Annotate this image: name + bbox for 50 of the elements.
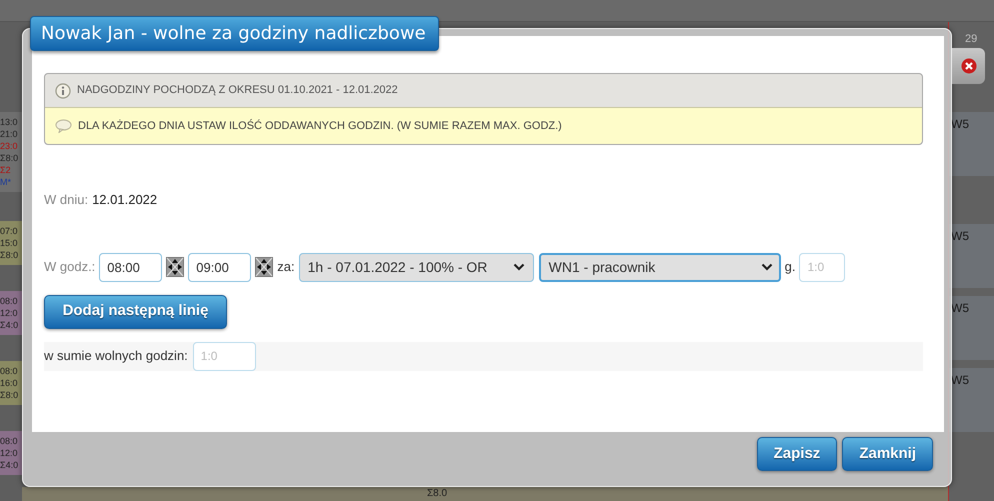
- add-line-button[interactable]: Dodaj następną linię: [44, 294, 227, 328]
- schedule-entry: Σ8:0: [0, 152, 20, 164]
- info-icon: [55, 82, 71, 98]
- time-picker-icon[interactable]: [166, 257, 184, 277]
- schedule-entry: 08:0: [0, 434, 19, 447]
- day-number: 29: [965, 33, 978, 45]
- info-text: NADGODZINY POCHODZĄ Z OKRESU 01.10.2021 - 12.01.2022: [77, 83, 398, 98]
- schedule-entry: Σ4:0: [0, 318, 20, 331]
- schedule-entry: 07:0: [0, 224, 19, 237]
- close-icon: [960, 58, 976, 74]
- schedule-entry: 23:0: [0, 140, 19, 152]
- schedule-entry: Σ8.0: [427, 487, 448, 500]
- for-label: za:: [277, 258, 295, 276]
- schedule-entry: W5: [951, 301, 969, 315]
- date-label: W dniu:: [44, 191, 88, 209]
- schedule-entry: 13:0: [0, 116, 19, 128]
- schedule-entry: W5: [951, 373, 969, 387]
- chevron-down-icon: [512, 263, 525, 271]
- schedule-entry: Σ8:0: [0, 248, 20, 261]
- sum-field[interactable]: 1:0: [192, 342, 256, 370]
- schedule-entry: 16:0: [0, 376, 19, 389]
- chevron-down-icon: [760, 263, 773, 271]
- schedule-entry: 12:0: [0, 446, 19, 459]
- time-picker-icon[interactable]: [255, 257, 274, 277]
- hours-unit-label: g.: [784, 258, 796, 276]
- dialog-title: Nowak Jan - wolne za godziny nadliczbowe: [30, 16, 439, 51]
- footer-button[interactable]: Zamknij: [842, 437, 933, 471]
- schedule-entry: Σ2: [0, 164, 12, 176]
- schedule-entry: 21:0: [0, 128, 19, 140]
- sum-label: w sumie wolnych godzin:: [44, 347, 188, 366]
- schedule-entry: M*: [0, 176, 12, 188]
- hours-label: W godz.:: [44, 258, 96, 276]
- speech-bubble-icon: [55, 119, 72, 133]
- time-field[interactable]: 09:00: [188, 252, 252, 282]
- source-select[interactable]: 1h - 07.01.2022 - 100% - OR: [298, 252, 534, 282]
- schedule-entry: Σ4:0: [0, 458, 20, 471]
- schedule-entry: Σ8:0: [0, 388, 20, 401]
- schedule-entry: W5: [951, 117, 969, 131]
- time-field[interactable]: 08:00: [99, 252, 162, 282]
- hours-field[interactable]: 1:0: [799, 252, 846, 282]
- schedule-entry: 08:0: [0, 364, 19, 377]
- schedule-entry: 12:0: [0, 306, 19, 319]
- type-select[interactable]: WN1 - pracownik: [538, 252, 781, 282]
- date-value: 12.01.2022: [92, 191, 158, 209]
- close-button[interactable]: [952, 48, 985, 84]
- footer-button[interactable]: Zapisz: [756, 437, 838, 471]
- hint-text: DLA KAŻDEGO DNIA USTAW ILOŚĆ ODDAWANYCH GODZIN. (W SUMIE RAZEM MAX. GODZ.): [78, 118, 562, 134]
- schedule-entry: 15:0: [0, 236, 19, 249]
- schedule-entry: 08:0: [0, 294, 19, 307]
- schedule-entry: W5: [951, 229, 969, 243]
